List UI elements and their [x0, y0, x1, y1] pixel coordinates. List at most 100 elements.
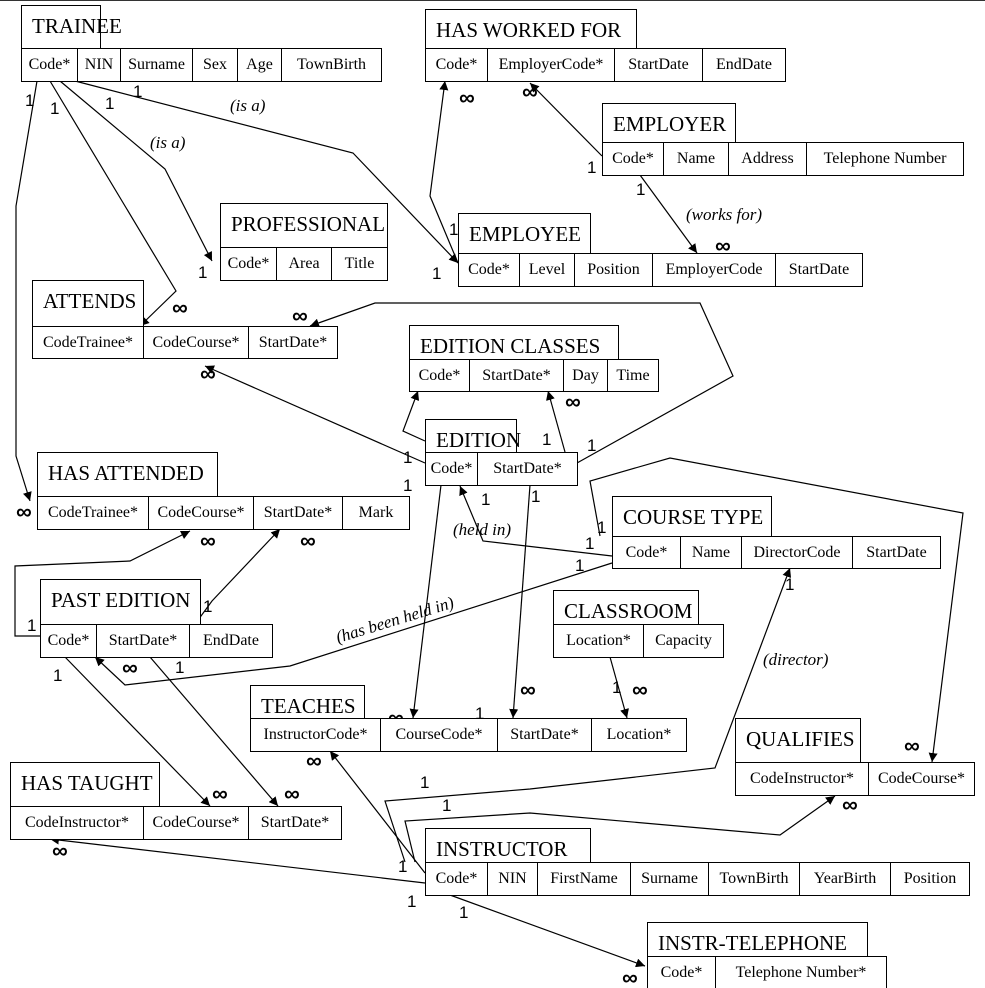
- attribute-employer-code: Code*: [602, 142, 664, 176]
- relationship-role-label: (has been held in): [334, 593, 457, 647]
- attribute-has-taught-startdate: StartDate*: [248, 806, 342, 840]
- cardinality-one: 1: [531, 487, 540, 506]
- attribute-professional-title: Title: [331, 247, 388, 281]
- cardinality-one: 1: [203, 597, 212, 616]
- attribute-trainee-nin: NIN: [77, 48, 121, 82]
- cardinality-one: 1: [25, 91, 34, 110]
- cardinality-one: 1: [542, 430, 551, 449]
- attribute-professional-code: Code*: [220, 247, 277, 281]
- cardinality-one: 1: [432, 264, 441, 283]
- attribute-classroom-location: Location*: [553, 624, 644, 658]
- attribute-teaches-startdate: StartDate*: [497, 718, 592, 752]
- relationship-arrow: [329, 750, 426, 874]
- cardinality-one: 1: [459, 903, 468, 922]
- cardinality-one: 1: [133, 82, 142, 101]
- entity-title-attends: ATTENDS: [32, 280, 144, 327]
- relationship-arrow: [49, 835, 426, 884]
- attribute-has-taught-codeinstructor: CodeInstructor*: [10, 806, 144, 840]
- cardinality-many: ∞: [632, 677, 648, 702]
- cardinality-one: 1: [575, 556, 584, 575]
- cardinality-one: 1: [785, 575, 794, 594]
- attribute-employee-startdate: StartDate: [775, 253, 863, 287]
- attribute-employee-level: Level: [519, 253, 575, 287]
- relationship-role-label: (works for): [686, 205, 762, 224]
- attribute-instructor-yearbirth: YearBirth: [799, 862, 891, 896]
- attribute-course-type-code: Code*: [612, 536, 681, 569]
- attribute-attends-codecourse: CodeCourse*: [143, 326, 249, 359]
- entity-title-instr-telephone: INSTR-TELEPHONE: [647, 922, 868, 957]
- relationship-arrow: [59, 80, 213, 262]
- cardinality-one: 1: [587, 158, 596, 177]
- attribute-has-worked-for-employercode: EmployerCode*: [487, 48, 615, 82]
- attribute-past-edition-code: Code*: [40, 624, 97, 658]
- entity-title-course-type: COURSE TYPE: [612, 496, 772, 537]
- cardinality-many: ∞: [16, 499, 32, 524]
- cardinality-many: ∞: [522, 79, 538, 104]
- entity-title-employer: EMPLOYER: [602, 103, 736, 143]
- cardinality-many: ∞: [622, 965, 638, 988]
- cardinality-one: 1: [175, 658, 184, 677]
- attribute-course-type-name: Name: [680, 536, 742, 569]
- attribute-teaches-coursecode: CourseCode*: [380, 718, 498, 752]
- attribute-instructor-surname: Surname: [630, 862, 709, 896]
- cardinality-one: 1: [407, 892, 416, 911]
- attribute-trainee-townbirth: TownBirth: [281, 48, 382, 82]
- cardinality-many: ∞: [200, 361, 216, 386]
- cardinality-one: 1: [403, 448, 412, 467]
- cardinality-many: ∞: [172, 295, 188, 320]
- attribute-employer-address: Address: [728, 142, 807, 176]
- entity-title-classroom: CLASSROOM: [553, 590, 699, 625]
- entity-title-instructor: INSTRUCTOR: [425, 828, 591, 863]
- cardinality-many: ∞: [904, 733, 920, 758]
- er-diagram: 1 1 1 1 (is a) (is a) 1 ∞ ∞ 1 1 ∞ ∞ 1 1 (works for) ∞ ∞ ∞ 1…: [0, 0, 985, 988]
- entity-title-edition: EDITION: [425, 419, 521, 453]
- entity-title-has-attended: HAS ATTENDED: [37, 452, 218, 497]
- attribute-has-worked-for-enddate: EndDate: [702, 48, 786, 82]
- entity-title-has-worked-for: HAS WORKED FOR: [425, 9, 637, 49]
- cardinality-one: 1: [398, 857, 407, 876]
- cardinality-one: 1: [420, 773, 429, 792]
- attribute-edition-startdate: StartDate*: [477, 452, 578, 486]
- attribute-classroom-capacity: Capacity: [643, 624, 724, 658]
- cardinality-one: 1: [587, 436, 596, 455]
- attribute-attends-startdate: StartDate*: [248, 326, 338, 359]
- entity-title-teaches: TEACHES: [250, 685, 365, 719]
- attribute-instructor-position: Position: [890, 862, 970, 896]
- attribute-trainee-sex: Sex: [192, 48, 238, 82]
- attribute-employee-position: Position: [574, 253, 653, 287]
- entity-title-employee: EMPLOYEE: [458, 213, 591, 254]
- attribute-edition-classes-day: Day: [563, 359, 608, 392]
- attribute-course-type-directorcode: DirectorCode: [741, 536, 853, 569]
- cardinality-many: ∞: [459, 85, 475, 110]
- relationship-arrow: [529, 82, 603, 157]
- relationship-role-label: (director): [763, 650, 829, 669]
- attribute-employer-telephone-number: Telephone Number: [806, 142, 964, 176]
- relationship-arrow: [449, 894, 646, 968]
- attribute-teaches-location: Location*: [591, 718, 687, 752]
- cardinality-many: ∞: [212, 781, 228, 806]
- cardinality-one: 1: [53, 666, 62, 685]
- cardinality-one: 1: [636, 180, 645, 199]
- cardinality-many: ∞: [200, 528, 216, 553]
- cardinality-one: 1: [597, 518, 606, 537]
- cardinality-one: 1: [27, 616, 36, 635]
- attribute-has-attended-codetrainee: CodeTrainee*: [37, 496, 149, 530]
- attribute-trainee-age: Age: [237, 48, 282, 82]
- attribute-past-edition-startdate: StartDate*: [96, 624, 190, 658]
- entity-title-qualifies: QUALIFIES: [735, 718, 861, 763]
- attribute-instructor-firstname: FirstName: [537, 862, 631, 896]
- attribute-trainee-code: Code*: [21, 48, 78, 82]
- relationship-arrow: [402, 390, 426, 442]
- cardinality-many: ∞: [122, 655, 138, 680]
- attribute-instructor-townbirth: TownBirth: [708, 862, 800, 896]
- attribute-has-worked-for-startdate: StartDate: [614, 48, 703, 82]
- cardinality-one: 1: [585, 534, 594, 553]
- entity-title-trainee: TRAINEE: [21, 5, 122, 49]
- attribute-has-worked-for-code: Code*: [425, 48, 488, 82]
- attribute-employer-name: Name: [663, 142, 729, 176]
- cardinality-many: ∞: [284, 781, 300, 806]
- cardinality-many: ∞: [565, 389, 581, 414]
- attribute-trainee-surname: Surname: [120, 48, 193, 82]
- attribute-has-taught-codecourse: CodeCourse*: [143, 806, 249, 840]
- attribute-employee-code: Code*: [458, 253, 520, 287]
